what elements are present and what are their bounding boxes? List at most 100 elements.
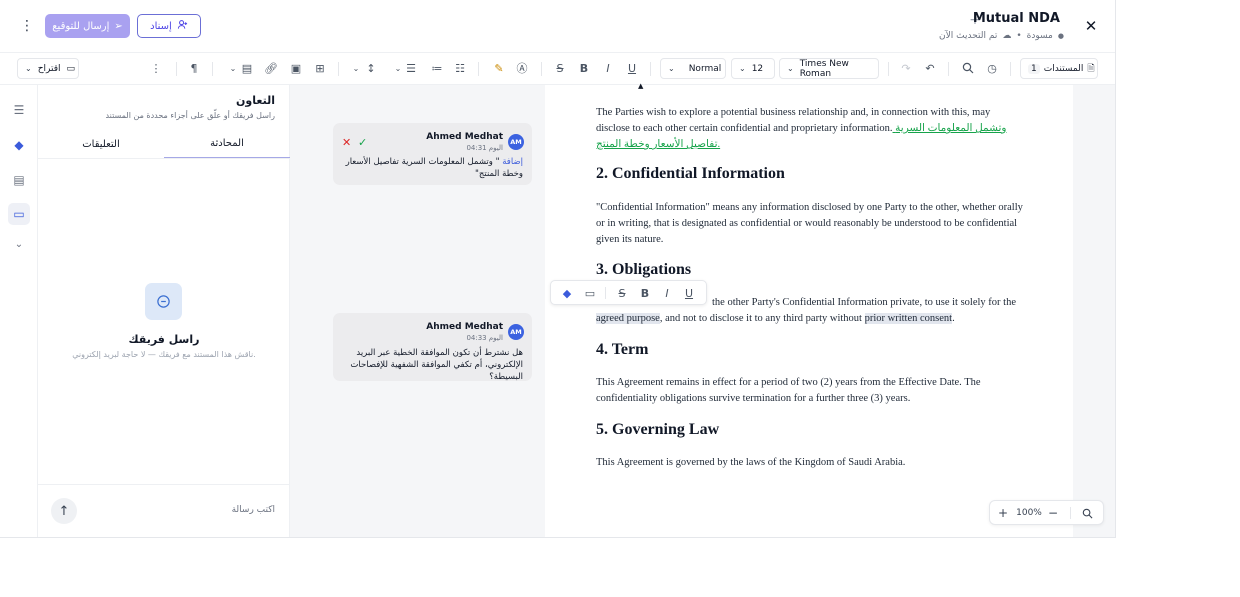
accept-suggestion-icon[interactable]: ✓ [358,136,367,149]
text-color-icon[interactable]: Ⓐ [514,59,530,77]
heading-obligations[interactable]: 3. Obligations [596,261,1026,279]
panel-subtitle: راسل فريقك أو علّق على أجزاء محددة من ال… [105,111,275,120]
font-size-value: 12 [751,63,764,74]
send-button-label: إرسال للتوقيع [52,20,110,32]
assign-button-label: إسناد [150,20,172,32]
layout-chevron-down-icon[interactable]: ⌄ [227,59,239,77]
ai-assistant-icon[interactable]: ◆ [8,134,30,156]
underline-icon[interactable]: U [624,59,640,77]
paragraph-5[interactable]: This Agreement is governed by the laws o… [596,455,1026,471]
line-spacing-icon[interactable]: ↕ [363,59,379,77]
suggestion-card[interactable]: AM Ahmed Medhat اليوم 04:31 ✕ ✓ إضافة " … [333,123,532,185]
comment-author: Ahmed Medhat [426,322,503,332]
font-size-dropdown[interactable]: ⌄ 12 [731,58,775,79]
zoom-in-icon[interactable]: + [996,505,1010,521]
heading-term[interactable]: 4. Term [596,341,1026,359]
chevron-down-icon: ⌄ [25,64,32,73]
tab-chat[interactable]: المحادثة [164,129,290,159]
search-icon[interactable] [960,59,976,77]
italic-icon[interactable]: I [600,59,616,77]
zoom-search-icon[interactable] [1079,505,1095,521]
heading-confidential-information[interactable]: 2. Confidential Information [596,165,1026,183]
reject-suggestion-icon[interactable]: ✕ [342,136,351,149]
history-icon[interactable]: ◷ [984,59,1000,77]
italic-icon[interactable]: I [659,285,675,301]
empty-state-title: راسل فريقك [128,333,200,346]
suggest-mode-dropdown[interactable]: ⌄ اقتراح ▭ [17,58,79,79]
line-spacing-chevron-icon[interactable]: ⌄ [350,59,362,77]
cloud-saved-icon: ☁ [1002,31,1012,41]
comment-body: إضافة " وتشمل المعلومات السرية تفاصيل ال… [341,156,523,180]
collaboration-panel: التعاون راسل فريقك أو علّق على أجزاء محد… [38,85,290,537]
close-icon[interactable]: ✕ [1082,17,1100,35]
suggestion-text: " وتشمل المعلومات السرية تفاصيل الأسعار … [345,157,523,179]
link-icon[interactable]: 🔗︎ [263,59,279,77]
send-for-signature-button[interactable]: إرسال للتوقيع ➢ [45,14,130,38]
commented-text[interactable]: prior written consent [864,313,953,324]
comment-time: اليوم 04:33 [466,334,503,342]
bold-icon[interactable]: B [637,285,653,301]
separator-dot: • [1016,31,1022,41]
paragraph-text: the other Party's Confidential Informati… [712,297,1016,308]
comment-card[interactable]: AM Ahmed Medhat اليوم 04:33 هل نشترط أن … [333,313,532,382]
avatar: AM [508,324,524,340]
strikethrough-icon[interactable]: S [552,59,568,77]
selected-text[interactable]: agreed purpose [596,313,660,324]
cursor-marker: ▲ [638,82,644,90]
formatting-toolbar: ⌄ اقتراح ▭ ⋮ ¶ ⌄ ▤ 🔗︎ ▣ ⊞ ⌄ ↕ ⌄ ☰ ≔ ☷ ✎ … [0,53,1115,85]
document-title[interactable]: Mutual NDA [973,11,1060,26]
fields-icon[interactable]: ▤ [8,169,30,191]
ai-assist-icon[interactable]: ◆ [559,285,575,301]
assign-button[interactable]: إسناد [137,14,201,38]
font-family-dropdown[interactable]: ⌄ Times New Roman [779,58,879,79]
add-comment-icon[interactable]: ▭ [582,285,598,301]
paragraph-3-line-2[interactable]: agreed purpose, and not to disclose it t… [596,311,1026,327]
collaboration-icon[interactable]: ▭ [8,203,30,225]
paragraph-2[interactable]: "Confidential Information" means any inf… [596,200,1026,248]
tab-comments[interactable]: التعليقات [38,129,164,159]
suggestion-type-tag: إضافة [502,157,523,167]
chevron-down-icon: ⌄ [739,64,746,73]
more-options-icon[interactable]: ⋮ [18,17,36,35]
zoom-out-icon[interactable]: − [1046,505,1060,521]
avatar: AM [508,134,524,150]
composer-divider [38,484,290,485]
text-direction-icon[interactable]: ¶ [186,59,202,77]
comment-author: Ahmed Medhat [426,132,503,142]
heading-governing-law[interactable]: 5. Governing Law [596,421,1026,439]
underline-icon[interactable]: U [681,285,697,301]
comment-time: اليوم 04:31 [466,144,503,152]
documents-count-badge: 1 [1028,63,1040,74]
documents-button[interactable]: 1 المستندات 🗎︎ [1020,58,1098,79]
paragraph-text: , and not to disclose it to any third pa… [659,313,865,324]
layout-icon[interactable]: ▤ [239,59,255,77]
more-vertical-icon[interactable]: ⋮ [148,59,164,77]
strikethrough-icon[interactable]: S [614,285,630,301]
zoom-controls: + 100% − [989,500,1104,525]
align-left-icon[interactable]: ☰ [403,59,419,77]
arrow-up-icon: ↑ [58,503,70,519]
undo-icon[interactable]: ↶ [922,59,938,77]
paragraph-4[interactable]: This Agreement remains in effect for a p… [596,375,1026,407]
paragraph-1[interactable]: The Parties wish to explore a potential … [596,105,1026,153]
updated-text: تم التحديث الآن [939,31,998,41]
highlight-icon[interactable]: ✎ [491,59,507,77]
numbered-list-icon[interactable]: ≔ [429,59,445,77]
table-icon[interactable]: ⊞ [312,59,328,77]
comment-icon: ▭ [66,63,76,74]
page-gutter [1073,85,1115,537]
message-input[interactable]: اكتب رسالة [232,505,275,515]
bullet-list-icon[interactable]: ☷ [452,59,468,77]
redo-icon[interactable]: ↷ [898,59,914,77]
paragraph-style-dropdown[interactable]: ⌄ Normal [660,58,726,79]
paragraph-text: . [952,313,955,324]
font-family-value: Times New Roman [799,58,849,79]
send-message-button[interactable]: ↑ [51,498,77,524]
selection-toolbar: ◆ ▭ S B I U [550,280,707,305]
checklist-icon[interactable]: ☰ [8,99,30,121]
tabs-divider [38,158,290,159]
image-icon[interactable]: ▣ [288,59,304,77]
suggest-label: اقتراح [37,63,61,74]
bold-icon[interactable]: B [576,59,592,77]
rail-chevron-down-icon[interactable]: ⌄ [8,233,30,255]
